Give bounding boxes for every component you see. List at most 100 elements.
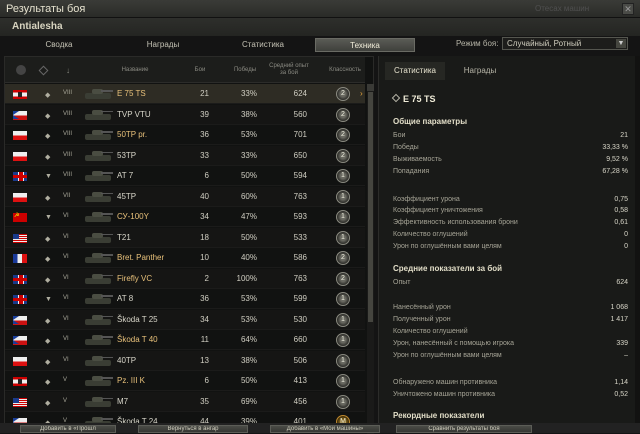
wins-value: 47% xyxy=(240,212,257,221)
stat-value: 0 xyxy=(624,243,628,250)
tab-vehicles[interactable]: Техника xyxy=(315,38,415,52)
wins-value: 53% xyxy=(240,130,257,139)
table-row[interactable]: ◆ VI Firefly VC 2 100% 763 2 xyxy=(5,268,365,289)
table-row[interactable]: ◆ VIII 50TP pr. 36 53% 701 2 xyxy=(5,125,365,145)
tab-summary[interactable]: Сводка xyxy=(14,38,104,52)
table-row[interactable]: ▼ VI СУ-100Y 34 47% 593 1 xyxy=(5,207,365,227)
tank-name: TVP VTU xyxy=(117,109,151,119)
tank-name: T21 xyxy=(117,232,131,242)
table-row[interactable]: ◆ VIII E 75 TS 21 33% 624 2 › xyxy=(5,84,365,104)
stat-value: 0 xyxy=(624,231,628,238)
battles-value: 39 xyxy=(200,109,209,119)
battle-mode-select[interactable]: Случайный, Ротный ▼ xyxy=(502,37,628,50)
table-row[interactable]: ▼ VI AT 8 36 53% 599 1 xyxy=(5,289,365,309)
mastery-badge-icon: 2 xyxy=(336,128,350,142)
return-to-garage-button[interactable]: Вернуться в ангар xyxy=(138,425,248,433)
tank-name: 53TP xyxy=(117,150,137,160)
table-row[interactable]: ◆ VI T21 18 50% 533 1 xyxy=(5,227,365,248)
stat-value: 0,58 xyxy=(614,207,628,214)
table-row[interactable]: ◆ VI Bret. Panther 10 40% 586 2 xyxy=(5,248,365,268)
nation-flag-icon xyxy=(13,336,27,345)
tank-name: 50TP pr. xyxy=(117,130,148,139)
tank-class-icon: ◆ xyxy=(45,358,51,366)
tank-class-icon: ◆ xyxy=(45,338,51,345)
tier-label: V xyxy=(63,377,68,383)
wins-value: 60% xyxy=(240,191,257,201)
sort-icon[interactable]: ↓ xyxy=(61,57,75,83)
table-row[interactable]: ◆ VI 40TP 13 38% 506 1 xyxy=(5,350,365,371)
globe-icon[interactable] xyxy=(16,65,26,75)
tab-statistics[interactable]: Статистика xyxy=(218,38,308,52)
nation-flag-icon xyxy=(13,254,27,263)
stat-value: 0,52 xyxy=(614,391,628,398)
avg-exp-value: 650 xyxy=(293,150,307,160)
avg-exp-value: 624 xyxy=(293,89,307,98)
table-row[interactable]: ◆ VIII 53TP 33 33% 650 2 xyxy=(5,145,365,166)
details-tab-statistics[interactable]: Статистика xyxy=(385,62,445,80)
nation-flag-icon xyxy=(13,172,27,181)
wins-value: 40% xyxy=(240,253,257,262)
tank-class-icon[interactable] xyxy=(38,65,49,76)
nation-flag-icon xyxy=(13,233,27,243)
tab-awards[interactable]: Награды xyxy=(118,38,208,52)
tier-label: VIII xyxy=(63,172,73,178)
battles-value: 6 xyxy=(204,171,209,180)
compare-results-button[interactable]: Сравнить результаты боя xyxy=(396,425,532,433)
tank-name: Firefly VC xyxy=(117,273,153,283)
nation-flag-icon xyxy=(13,151,27,161)
table-row[interactable]: ◆ VI Škoda T 40 11 64% 660 1 xyxy=(5,330,365,350)
tank-image xyxy=(83,250,113,266)
battles-value: 36 xyxy=(200,294,209,303)
tank-image xyxy=(83,271,113,287)
table-row[interactable]: ◆ V Pz. III K 6 50% 413 1 xyxy=(5,371,365,391)
table-row[interactable]: ◆ V M7 35 69% 456 1 xyxy=(5,391,365,412)
tank-image xyxy=(83,312,113,328)
nation-flag-icon xyxy=(13,192,27,202)
tank-class-icon: ◆ xyxy=(45,112,51,120)
nation-flag-icon xyxy=(13,315,27,325)
mastery-badge-icon: 2 xyxy=(336,87,350,101)
battles-value: 35 xyxy=(200,396,209,406)
details-scrollbar[interactable] xyxy=(635,56,640,423)
mastery-badge-icon: 1 xyxy=(336,189,350,204)
add-to-previous-button[interactable]: Добавить в «Прошл xyxy=(20,425,116,433)
stat-label: Урон по оглушённым вами целям xyxy=(393,352,502,359)
battles-value: 18 xyxy=(200,232,209,242)
avg-stats-title: Средние показатели за бой xyxy=(393,264,503,273)
stat-value: 1 068 xyxy=(610,304,628,311)
tier-label: VIII xyxy=(63,90,73,96)
close-icon[interactable]: ✕ xyxy=(622,3,634,15)
details-tab-awards[interactable]: Награды xyxy=(449,62,511,80)
stat-label: Эффективность использования брони xyxy=(393,219,518,226)
stat-label: Нанесённый урон xyxy=(393,304,451,311)
tank-class-icon xyxy=(391,93,401,103)
header-wins[interactable]: Победы xyxy=(230,57,260,83)
stat-label: Урон, нанесённый с помощью игрока xyxy=(393,340,514,347)
add-to-my-vehicles-button[interactable]: Добавить в «Мои машины» xyxy=(270,425,380,433)
header-mastery[interactable]: Классность xyxy=(325,57,365,83)
table-row[interactable]: ◆ VIII TVP VTU 39 38% 560 2 xyxy=(5,104,365,125)
tank-class-icon: ◆ xyxy=(45,256,51,263)
table-row[interactable]: ◆ VII 45TP 40 60% 763 1 xyxy=(5,186,365,207)
table-row[interactable]: ◆ VI Škoda T 25 34 53% 530 1 xyxy=(5,309,365,330)
scroll-thumb[interactable] xyxy=(368,92,373,322)
nation-flag-icon xyxy=(13,90,27,99)
header-battles[interactable]: Бои xyxy=(185,57,215,83)
header-name[interactable]: Название xyxy=(105,57,165,83)
avg-exp-value: 599 xyxy=(293,294,307,303)
header-avg-exp[interactable]: Средний опыт за бой xyxy=(267,57,311,83)
window-title: Результаты боя xyxy=(6,3,86,15)
avg-exp-value: 530 xyxy=(293,314,307,324)
scroll-up-button[interactable] xyxy=(367,84,374,91)
table-header: ↓ Название Бои Победы Средний опыт за бо… xyxy=(5,57,365,83)
tank-name: M7 xyxy=(117,396,129,406)
scrollbar[interactable] xyxy=(367,84,374,434)
mastery-badge-icon: 2 xyxy=(336,148,350,163)
stat-value: 33,33 % xyxy=(602,144,628,151)
wins-value: 50% xyxy=(240,171,257,180)
tank-image xyxy=(83,148,113,164)
table-row[interactable]: ▼ VIII AT 7 6 50% 594 1 xyxy=(5,166,365,186)
stat-value: 624 xyxy=(616,279,628,286)
tank-class-icon: ◆ xyxy=(45,379,51,386)
stat-value: 21 xyxy=(620,132,628,139)
